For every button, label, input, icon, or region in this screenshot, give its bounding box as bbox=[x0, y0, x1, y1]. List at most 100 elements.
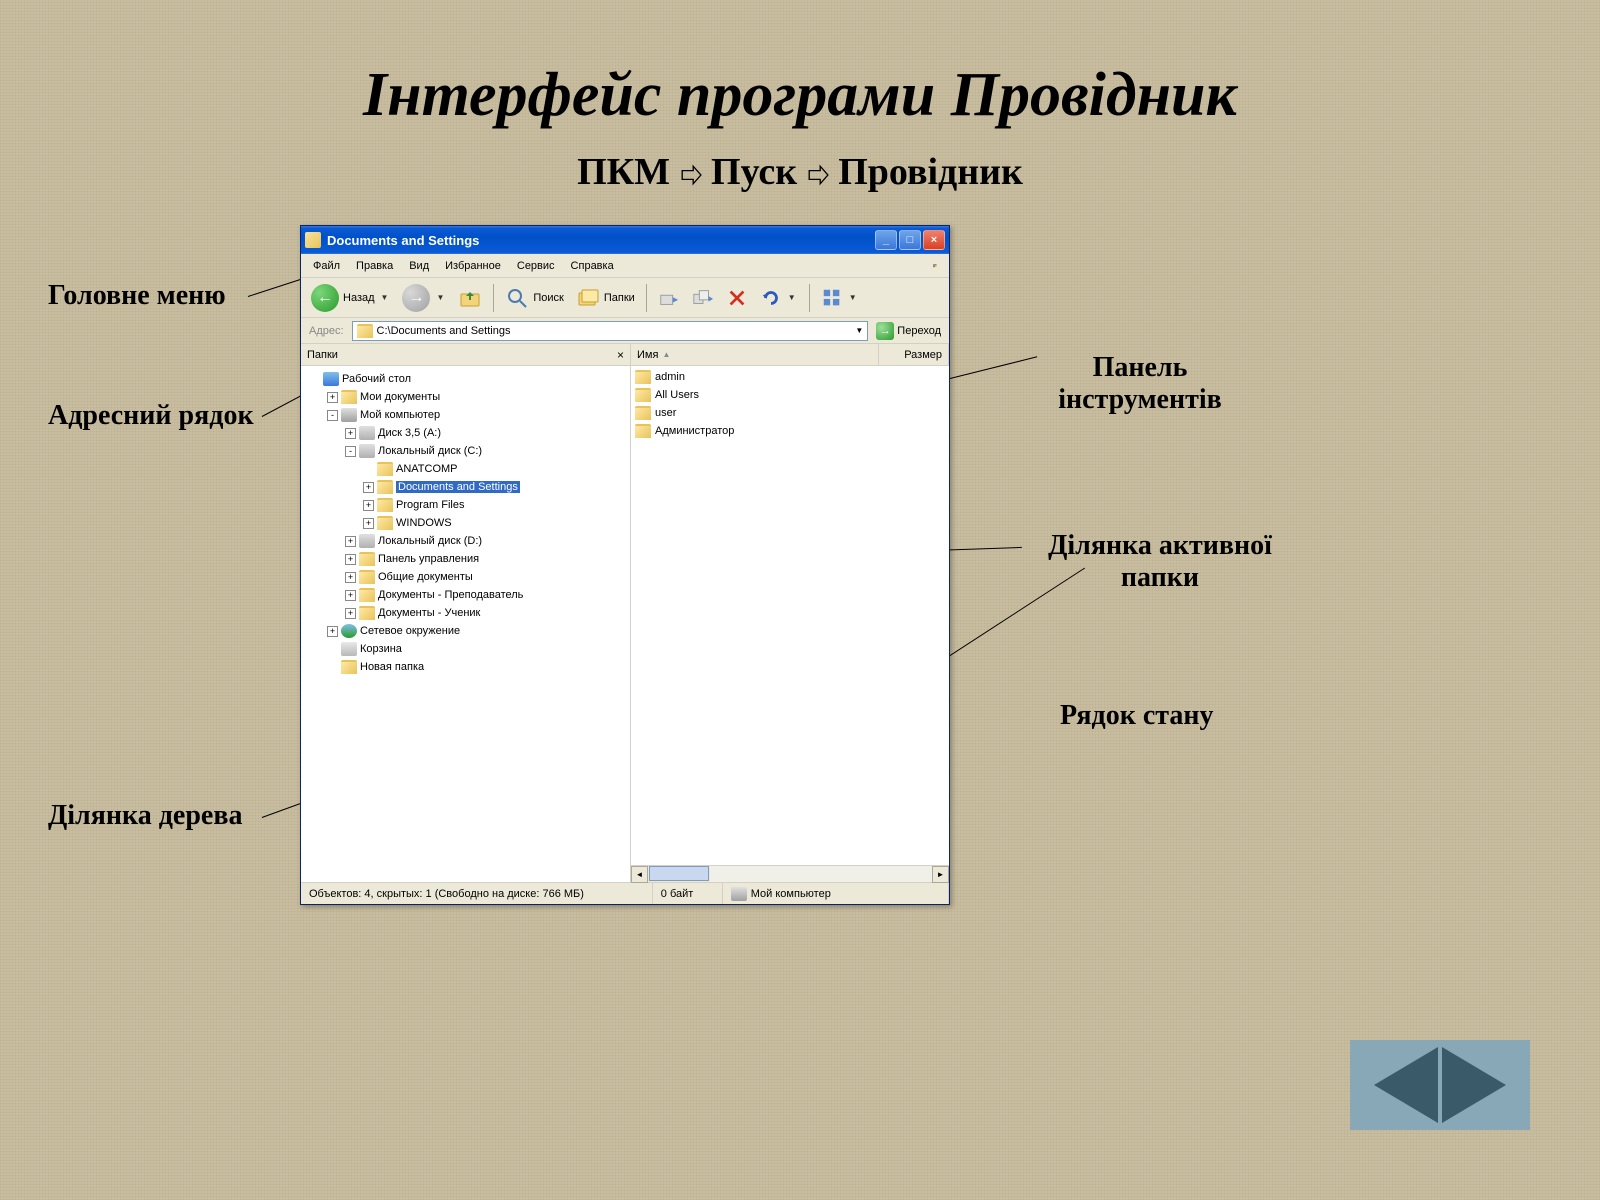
expander-icon[interactable]: + bbox=[345, 536, 356, 547]
undo-button[interactable]: ▼ bbox=[756, 285, 802, 311]
toolbar: ← Назад ▼ → ▼ Поиск Папки bbox=[301, 278, 949, 318]
go-button[interactable]: → Переход bbox=[872, 321, 945, 341]
copy-to-button[interactable] bbox=[688, 285, 718, 311]
expander-icon[interactable]: - bbox=[327, 410, 338, 421]
expander-icon[interactable]: + bbox=[327, 626, 338, 637]
list-item[interactable]: user bbox=[635, 404, 945, 422]
views-button[interactable]: ▼ bbox=[817, 285, 863, 311]
expander-icon[interactable]: + bbox=[345, 428, 356, 439]
tree-item[interactable]: Корзина bbox=[303, 640, 628, 658]
tree-item-label: Диск 3,5 (A:) bbox=[378, 427, 441, 439]
chevron-down-icon[interactable]: ▼ bbox=[786, 293, 798, 302]
arrow-right-icon bbox=[680, 164, 702, 186]
menu-edit[interactable]: Правка bbox=[348, 258, 401, 274]
folder-icon bbox=[341, 660, 357, 674]
list-item[interactable]: Администратор bbox=[635, 422, 945, 440]
folder-icon bbox=[359, 570, 375, 584]
column-size-label: Размер bbox=[904, 349, 942, 361]
maximize-button[interactable]: □ bbox=[899, 230, 921, 250]
tree-item[interactable]: ANATCOMP bbox=[303, 460, 628, 478]
list-item[interactable]: admin bbox=[635, 368, 945, 386]
folder-icon bbox=[377, 498, 393, 512]
tree-item[interactable]: +Документы - Ученик bbox=[303, 604, 628, 622]
address-label: Адрес: bbox=[305, 325, 348, 337]
list-panel: Имя ▲ Размер adminAll Usersuser Администр… bbox=[631, 344, 949, 882]
tree-item[interactable]: +Program Files bbox=[303, 496, 628, 514]
list-item-label: Администратор bbox=[655, 425, 734, 437]
prev-slide-button[interactable] bbox=[1374, 1047, 1438, 1123]
scroll-left-button[interactable]: ◄ bbox=[631, 866, 648, 883]
horizontal-scrollbar[interactable]: ◄ ► bbox=[631, 865, 949, 882]
folder-icon bbox=[635, 424, 651, 438]
address-field[interactable]: C:\Documents and Settings ▼ bbox=[352, 321, 869, 341]
minimize-button[interactable]: _ bbox=[875, 230, 897, 250]
tree-body[interactable]: Рабочий стол +Мои документы-Мой компьютер… bbox=[301, 366, 630, 882]
tree-title: Папки bbox=[307, 349, 338, 361]
expander-icon[interactable]: - bbox=[345, 446, 356, 457]
close-button[interactable]: × bbox=[923, 230, 945, 250]
expander-icon[interactable]: + bbox=[345, 572, 356, 583]
folder-icon bbox=[635, 370, 651, 384]
chevron-down-icon[interactable]: ▼ bbox=[379, 293, 391, 302]
folder-icon bbox=[359, 588, 375, 602]
tree-item[interactable]: +Локальный диск (D:) bbox=[303, 532, 628, 550]
tree-item[interactable]: +Документы - Преподаватель bbox=[303, 586, 628, 604]
tree-item[interactable]: -Мой компьютер bbox=[303, 406, 628, 424]
tree-item[interactable]: + Диск 3,5 (A:) bbox=[303, 424, 628, 442]
menu-favorites[interactable]: Избранное bbox=[437, 258, 509, 274]
back-button[interactable]: ← Назад ▼ bbox=[307, 282, 394, 314]
separator bbox=[809, 284, 810, 312]
drive-icon bbox=[359, 426, 375, 440]
menu-file[interactable]: Файл bbox=[305, 258, 348, 274]
forward-button[interactable]: → ▼ bbox=[398, 282, 450, 314]
up-button[interactable] bbox=[454, 284, 486, 312]
column-name[interactable]: Имя ▲ bbox=[631, 344, 879, 365]
tree-item-label: Рабочий стол bbox=[342, 373, 411, 385]
list-body[interactable]: adminAll Usersuser Администратор bbox=[631, 366, 949, 865]
folders-label: Папки bbox=[604, 292, 635, 304]
tree-item[interactable]: +Documents and Settings bbox=[303, 478, 628, 496]
delete-button[interactable] bbox=[722, 285, 752, 311]
expander-icon[interactable]: + bbox=[345, 608, 356, 619]
chevron-down-icon[interactable]: ▼ bbox=[434, 293, 446, 302]
next-slide-button[interactable] bbox=[1442, 1047, 1506, 1123]
tree-item[interactable]: -Локальный диск (C:) bbox=[303, 442, 628, 460]
column-size[interactable]: Размер bbox=[879, 344, 949, 365]
expander-icon[interactable]: + bbox=[327, 392, 338, 403]
drive-icon bbox=[359, 534, 375, 548]
folders-button[interactable]: Папки bbox=[572, 284, 639, 312]
list-header: Имя ▲ Размер bbox=[631, 344, 949, 366]
menu-view[interactable]: Вид bbox=[401, 258, 437, 274]
tree-item[interactable]: Рабочий стол bbox=[303, 370, 628, 388]
tree-item[interactable]: +Мои документы bbox=[303, 388, 628, 406]
copy-to-icon bbox=[692, 287, 714, 309]
tree-item-label: Панель управления bbox=[378, 553, 479, 565]
undo-icon bbox=[760, 287, 782, 309]
scroll-track[interactable] bbox=[710, 866, 932, 882]
arrow-right-icon bbox=[807, 164, 829, 186]
close-panel-icon[interactable]: × bbox=[617, 348, 624, 362]
menu-help[interactable]: Справка bbox=[563, 258, 622, 274]
tree-item[interactable]: +Общие документы bbox=[303, 568, 628, 586]
move-to-button[interactable] bbox=[654, 285, 684, 311]
titlebar[interactable]: Documents and Settings _ □ × bbox=[301, 226, 949, 254]
list-item[interactable]: All Users bbox=[635, 386, 945, 404]
expander-icon[interactable]: + bbox=[363, 500, 374, 511]
tree-header: Папки × bbox=[301, 344, 630, 366]
scroll-right-button[interactable]: ► bbox=[932, 866, 949, 883]
expander-icon[interactable]: + bbox=[345, 590, 356, 601]
tree-item[interactable]: + Панель управления bbox=[303, 550, 628, 568]
menu-tools[interactable]: Сервис bbox=[509, 258, 563, 274]
scroll-thumb[interactable] bbox=[649, 866, 709, 881]
search-button[interactable]: Поиск bbox=[501, 284, 567, 312]
chevron-down-icon[interactable]: ▼ bbox=[855, 326, 863, 335]
expander-icon[interactable]: + bbox=[345, 554, 356, 565]
expander-icon[interactable]: + bbox=[363, 482, 374, 493]
chevron-down-icon[interactable]: ▼ bbox=[847, 293, 859, 302]
expander-icon[interactable]: + bbox=[363, 518, 374, 529]
tree-item[interactable]: Новая папка bbox=[303, 658, 628, 676]
tree-item[interactable]: +WINDOWS bbox=[303, 514, 628, 532]
windows-logo-icon bbox=[925, 257, 945, 275]
folder-icon bbox=[305, 232, 321, 248]
tree-item[interactable]: +Сетевое окружение bbox=[303, 622, 628, 640]
